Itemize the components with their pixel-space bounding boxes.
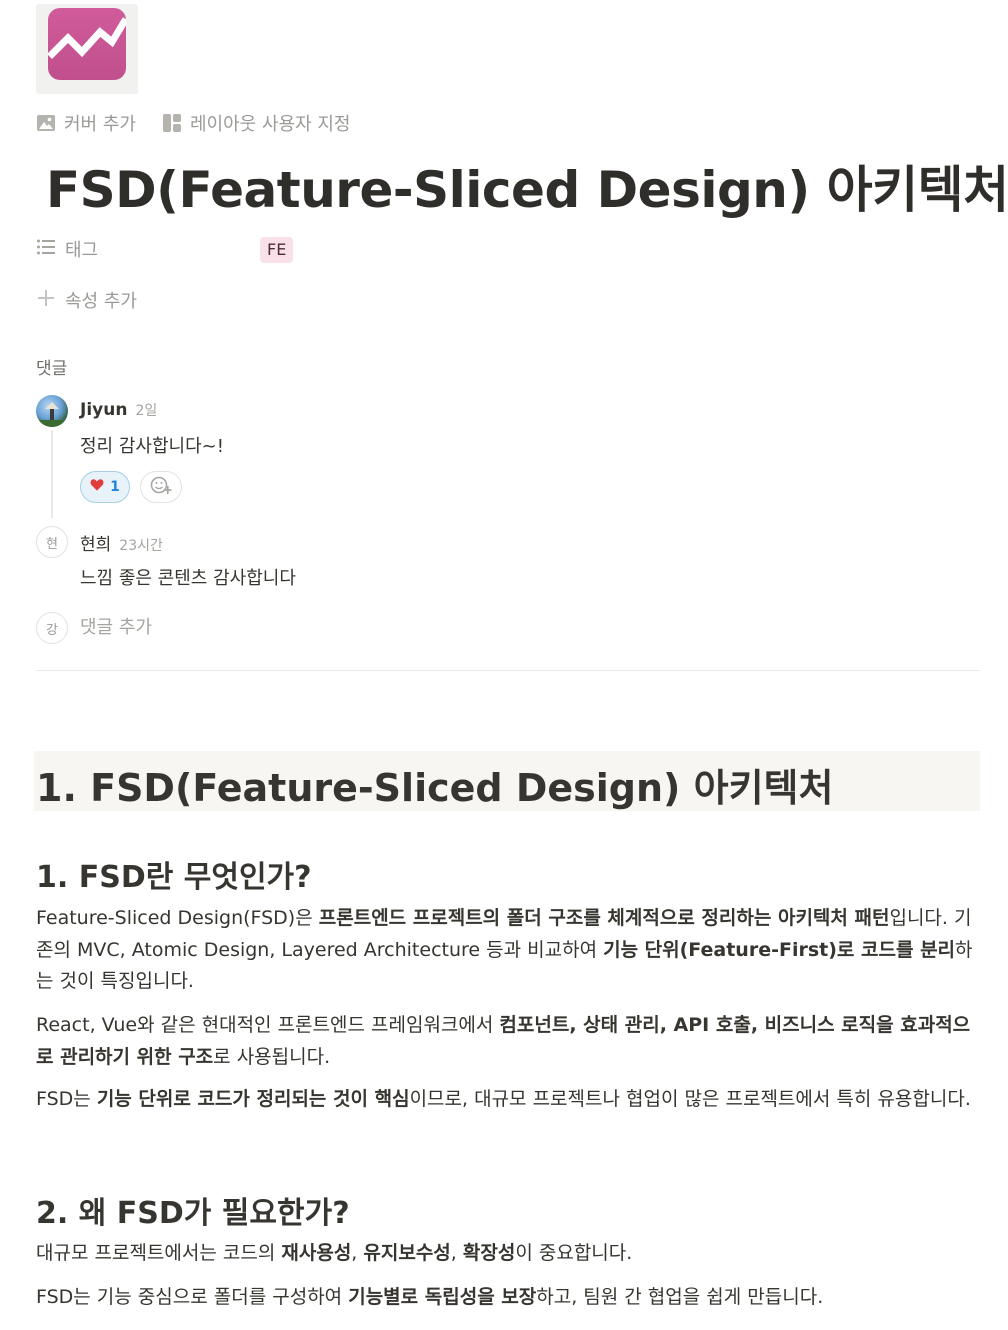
bold-text: 유지보수성	[363, 1242, 451, 1264]
add-property-label: 속성 추가	[65, 291, 137, 312]
paragraph[interactable]: FSD는 기능 단위로 코드가 정리되는 것이 핵심이므로, 대규모 프로젝트나…	[36, 1084, 980, 1116]
heart-icon	[90, 478, 104, 496]
plus-icon	[36, 288, 56, 313]
text-run: 이 중요합니다.	[515, 1242, 633, 1264]
text-run: ,	[450, 1242, 463, 1264]
add-property-button[interactable]: 속성 추가	[36, 286, 137, 314]
add-comment-input[interactable]: 댓글 추가	[80, 613, 152, 639]
text-run: 대규모 프로젝트에서는 코드의	[36, 1242, 282, 1264]
layout-icon	[162, 113, 182, 133]
page-icon[interactable]	[36, 4, 138, 94]
bold-text: 기능 단위(Feature-First)로 코드를 분리	[603, 938, 956, 961]
property-tags[interactable]: 태그	[36, 235, 98, 263]
avatar[interactable]: 현	[36, 526, 68, 558]
add-reaction-button[interactable]	[140, 471, 182, 503]
composer-avatar: 강	[36, 612, 68, 644]
reaction-count: 1	[110, 479, 120, 495]
bold-text: 기능별로 독립성을 보장	[348, 1286, 537, 1308]
add-cover-button[interactable]: 커버 추가	[36, 110, 136, 136]
page-title[interactable]: FSD(Feature-Sliced Design) 아키텍처	[46, 150, 1008, 222]
comment-text: 정리 감사합니다~!	[80, 436, 224, 457]
bold-text: 확장성	[462, 1242, 516, 1264]
text-run: FSD는 기능 중심으로 폴더를 구성하여	[36, 1286, 349, 1308]
comment-author[interactable]: 현희	[80, 530, 111, 555]
customize-layout-label: 레이아웃 사용자 지정	[190, 114, 351, 135]
property-tags-label: 태그	[65, 240, 99, 261]
text-run: 하고, 팀원 간 협업을 쉽게 만듭니다.	[536, 1286, 824, 1308]
comment-author[interactable]: Jiyun	[80, 400, 127, 420]
divider	[36, 670, 980, 671]
avatar[interactable]	[36, 395, 68, 427]
paragraph[interactable]: Feature-Sliced Design(FSD)은 프론트엔드 프로젝트의 …	[36, 903, 980, 998]
text-run: 로 사용됩니다.	[213, 1045, 331, 1068]
emoji-add-icon	[150, 475, 172, 499]
comments-heading: 댓글	[36, 359, 68, 379]
comment-header: 현희 23시간	[80, 530, 163, 555]
comment-text: 느낌 좋은 콘텐츠 감사합니다	[80, 568, 296, 589]
heading-2[interactable]: 2. 왜 FSD가 필요한가?	[36, 1188, 350, 1232]
bold-text: 기능 단위로 코드가 정리되는 것이 핵심	[96, 1088, 410, 1110]
trending-chart-icon	[47, 8, 129, 80]
heading-1[interactable]: 1. FSD(Feature-Sliced Design) 아키텍처	[36, 757, 833, 812]
text-run: 이므로, 대규모 프로젝트나 협업이 많은 프로젝트에서 특히 유용합니다.	[409, 1088, 971, 1110]
comment-header: Jiyun 2일	[80, 400, 157, 420]
customize-layout-button[interactable]: 레이아웃 사용자 지정	[162, 110, 350, 136]
bold-text: 재사용성	[281, 1242, 352, 1264]
heading-2[interactable]: 1. FSD란 무엇인가?	[36, 852, 312, 896]
bold-text: 프론트엔드 프로젝트의 폴더 구조를 체계적으로 정리하는 아키텍처 패턴	[318, 907, 890, 929]
text-run: ,	[351, 1242, 364, 1264]
paragraph[interactable]: React, Vue와 같은 현대적인 프론트엔드 프레임워크에서 컴포넌트, …	[36, 1010, 980, 1073]
list-icon	[36, 238, 56, 261]
text-run: Feature-Sliced Design(FSD)은	[36, 907, 319, 929]
tag-fe[interactable]: FE	[260, 237, 294, 263]
comment-time: 23시간	[119, 538, 163, 554]
heart-reaction-button[interactable]: 1	[80, 471, 130, 503]
text-run: React, Vue와 같은 현대적인 프론트엔드 프레임워크에서	[36, 1014, 500, 1036]
comment-time: 2일	[135, 403, 158, 419]
add-cover-label: 커버 추가	[64, 114, 136, 135]
paragraph[interactable]: FSD는 기능 중심으로 폴더를 구성하여 기능별로 독립성을 보장하고, 팀원…	[36, 1282, 980, 1314]
paragraph[interactable]: 대규모 프로젝트에서는 코드의 재사용성, 유지보수성, 확장성이 중요합니다.	[36, 1238, 980, 1270]
text-run: FSD는	[36, 1088, 97, 1110]
thread-line	[51, 430, 53, 518]
image-icon	[36, 113, 56, 133]
